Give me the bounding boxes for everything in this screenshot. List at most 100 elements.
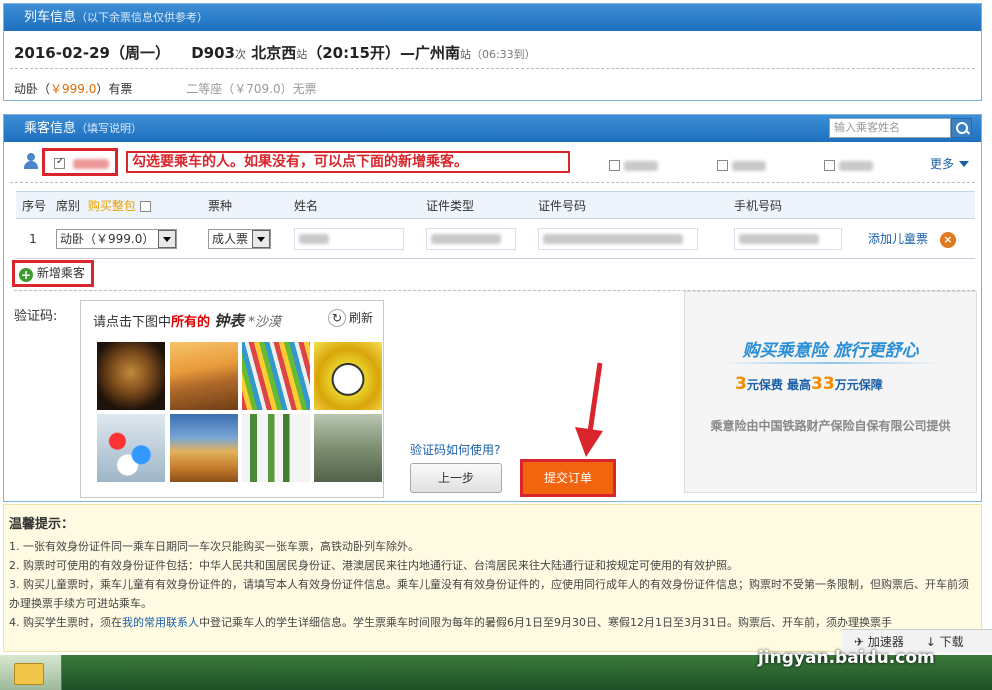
checkbox[interactable] bbox=[824, 160, 835, 171]
row-seq: 1 bbox=[16, 218, 50, 259]
insurance-price-text2: 万元保障 bbox=[834, 378, 883, 392]
chevron-down-icon[interactable] bbox=[158, 229, 177, 248]
captcha-all: 所有的 bbox=[171, 315, 211, 330]
download-label: 下载 bbox=[939, 635, 964, 649]
passenger-checkbox-4[interactable] bbox=[824, 158, 873, 172]
tip4-text-a: 4. 购买学生票时，须在 bbox=[9, 616, 122, 629]
add-passenger-button[interactable]: + 新增乘客 bbox=[12, 260, 94, 287]
captcha-refresh-button[interactable]: ↻ 刷新 bbox=[327, 309, 373, 327]
insurance-slogan: 购买乘意险 旅行更舒心 bbox=[742, 341, 919, 361]
add-child-ticket-link[interactable]: 添加儿童票 bbox=[868, 232, 928, 246]
accelerator-button[interactable]: ✈ 加速器 bbox=[854, 635, 904, 649]
id-number-blurred bbox=[543, 233, 683, 244]
passenger-checkbox-2[interactable] bbox=[609, 158, 658, 172]
fill-instructions-link[interactable]: （填写说明） bbox=[76, 122, 142, 135]
captcha-help-link[interactable]: 验证码如何使用? bbox=[410, 441, 500, 458]
to-station: 广州南 bbox=[414, 44, 460, 62]
tip-item: 2. 购票时可使用的有效身份证件包括：中华人民共和国居民身份证、港澳居民来往内地… bbox=[9, 559, 738, 572]
insurance-ad[interactable]: 购买乘意险 旅行更舒心 3元保费 最高33万元保障 乘意险由中国铁路财产保险自保… bbox=[684, 291, 977, 493]
name-blurred bbox=[299, 233, 329, 244]
id-number-input[interactable] bbox=[538, 227, 698, 250]
arrive-time: （06:33到） bbox=[470, 48, 536, 61]
user-icon bbox=[24, 153, 38, 169]
captcha-image-lion[interactable] bbox=[97, 342, 165, 410]
captcha-hint: 请点击下图中所有的 钟表 *沙漠 bbox=[93, 310, 281, 331]
frequent-contacts-link[interactable]: 我的常用联系人 bbox=[122, 616, 199, 629]
cell-seat: 动卧（￥999.0） bbox=[50, 218, 202, 259]
download-button[interactable]: ↓ 下载 bbox=[926, 635, 964, 649]
passenger-search-input[interactable]: 输入乘客姓名 bbox=[829, 118, 951, 138]
phone-blurred bbox=[739, 233, 819, 244]
refresh-icon[interactable]: ↻ bbox=[327, 309, 346, 327]
train-suffix: 次 bbox=[234, 48, 246, 61]
phone-input[interactable] bbox=[734, 227, 842, 250]
route-dash: — bbox=[399, 44, 415, 62]
seat1-price: ￥999.0 bbox=[50, 82, 97, 96]
insurance-price-num: 3 bbox=[735, 374, 747, 394]
chevron-down-icon[interactable] bbox=[252, 229, 271, 248]
submit-order-button[interactable]: 提交订单 bbox=[520, 459, 616, 497]
captcha-image-pencils[interactable] bbox=[242, 342, 310, 410]
seat-select-value: 动卧（￥999.0） bbox=[60, 232, 155, 246]
table-header-row: 序号 席别 购买整包 票种 姓名 证件类型 证件号码 手机号码 bbox=[16, 191, 975, 219]
passenger-name-blurred bbox=[732, 160, 766, 171]
cell-phone bbox=[728, 218, 862, 259]
captcha-image-clock[interactable] bbox=[314, 342, 382, 410]
annotation-arrow-icon bbox=[575, 362, 603, 457]
remove-passenger-icon[interactable]: × bbox=[939, 231, 956, 248]
train-number: D903 bbox=[191, 44, 235, 62]
from-station-suffix: 站 bbox=[296, 48, 308, 61]
captcha-image-bottles[interactable] bbox=[242, 414, 310, 482]
train-info-note: （以下余票信息仅供参考） bbox=[76, 11, 209, 24]
watermark: jingyan.baidu.com bbox=[758, 648, 935, 668]
taskbar-explorer-button[interactable] bbox=[0, 655, 62, 690]
cell-name bbox=[288, 218, 420, 259]
captcha-word2: *沙漠 bbox=[248, 315, 281, 330]
tip-item: 4. 购买学生票时，须在我的常用联系人中登记乘车人的学生详细信息。学生票乘车时间… bbox=[9, 613, 977, 632]
buy-all-link[interactable]: 购买整包 bbox=[88, 199, 136, 213]
seat-availability: 动卧（￥999.0）有票 二等座（￥709.0）无票 bbox=[14, 80, 317, 97]
buy-all-checkbox[interactable] bbox=[139, 200, 151, 212]
lightning-icon: ✈ bbox=[854, 635, 868, 649]
captcha-widget: 请点击下图中所有的 钟表 *沙漠 ↻ 刷新 bbox=[80, 300, 384, 498]
seat2-info: 二等座（￥709.0）无票 bbox=[186, 82, 317, 96]
captcha-prefix: 请点击下图中 bbox=[93, 315, 172, 330]
passenger-checkbox-3[interactable] bbox=[717, 158, 766, 172]
captcha-image-desert-2[interactable] bbox=[170, 414, 238, 482]
col-seat-label: 席别 bbox=[56, 198, 81, 213]
captcha-image-pills[interactable] bbox=[97, 414, 165, 482]
checkbox-checked[interactable] bbox=[54, 156, 65, 169]
passenger-checkbox-1[interactable] bbox=[54, 156, 109, 170]
col-phone: 手机号码 bbox=[728, 191, 862, 219]
add-passenger-label: 新增乘客 bbox=[36, 266, 85, 280]
passenger-table: 序号 席别 购买整包 票种 姓名 证件类型 证件号码 手机号码 1 动卧（￥99… bbox=[16, 191, 975, 259]
seat-select[interactable]: 动卧（￥999.0） bbox=[56, 228, 178, 249]
captcha-image-swing[interactable] bbox=[314, 414, 382, 482]
divider bbox=[721, 362, 940, 364]
tip-item: 1. 一张有效身份证件同一乘车日期同一车次只能购买一张车票，高铁动卧列车除外。 bbox=[9, 540, 419, 553]
insurance-price-text1: 元保费 最高 bbox=[746, 378, 812, 392]
train-info-panel: 列车信息（以下余票信息仅供参考） 2016-02-29（周一） D903次 北京… bbox=[3, 3, 982, 101]
passenger-title: 乘客信息 bbox=[24, 121, 77, 136]
captcha-image-desert[interactable] bbox=[170, 342, 238, 410]
from-station: 北京西 bbox=[251, 44, 297, 62]
name-input[interactable] bbox=[294, 227, 404, 250]
checkbox[interactable] bbox=[717, 160, 728, 171]
cell-id-type bbox=[420, 218, 532, 259]
previous-step-button[interactable]: 上一步 bbox=[410, 463, 502, 493]
download-arrow-icon: ↓ bbox=[925, 635, 940, 649]
insurance-provider: 乘意险由中国铁路财产保险自保有限公司提供 bbox=[710, 419, 951, 433]
more-passengers-link[interactable]: 更多 bbox=[930, 155, 969, 172]
search-icon[interactable] bbox=[951, 118, 972, 138]
checkbox[interactable] bbox=[609, 160, 620, 171]
passenger-panel: 乘客信息（填写说明） 输入乘客姓名 勾选要乘车的人。如果没有，可以点下面的新增乘… bbox=[3, 114, 982, 502]
col-name: 姓名 bbox=[288, 191, 420, 219]
plus-icon: + bbox=[19, 268, 33, 282]
table-row: 1 动卧（￥999.0） 成人票 添加儿童票 × bbox=[16, 218, 975, 259]
col-seat: 席别 购买整包 bbox=[50, 191, 202, 219]
insurance-cover-num: 33 bbox=[811, 374, 835, 394]
ticket-type-select[interactable]: 成人票 bbox=[208, 228, 272, 249]
id-type-select[interactable] bbox=[426, 227, 516, 250]
tip-item: 3. 购买儿童票时，乘车儿童有有效身份证件的，请填写本人有效身份证件信息。乘车儿… bbox=[9, 578, 969, 610]
train-summary: 2016-02-29（周一） D903次 北京西站（20:15开）—广州南站（0… bbox=[14, 42, 536, 63]
